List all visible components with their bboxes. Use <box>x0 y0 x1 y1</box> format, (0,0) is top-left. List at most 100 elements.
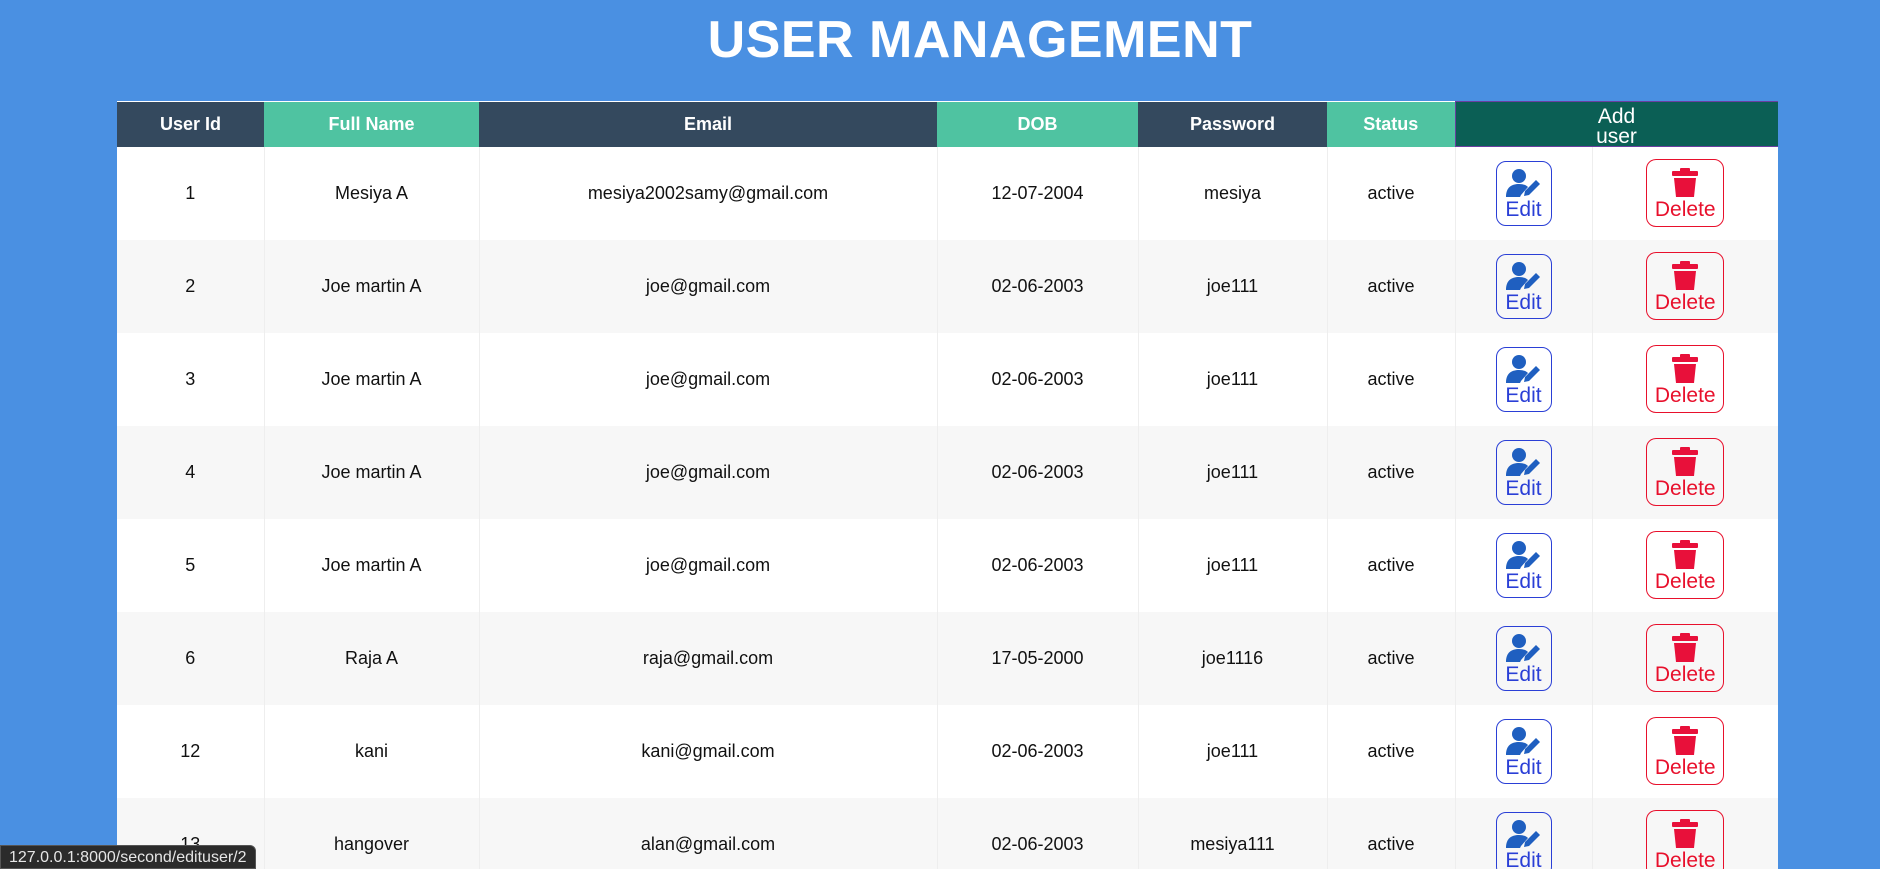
user-table: User Id Full Name Email DOB Password Sta… <box>117 101 1778 869</box>
cell-edit: Edit <box>1455 797 1593 869</box>
trash-icon <box>1672 819 1699 848</box>
cell-password: joe111 <box>1138 704 1328 798</box>
edit-button[interactable]: Edit <box>1495 160 1552 226</box>
delete-button[interactable]: Delete <box>1646 159 1725 228</box>
delete-button[interactable]: Delete <box>1646 252 1725 320</box>
cell-full-name: Raja A <box>264 611 480 705</box>
delete-label: Delete <box>1654 384 1716 407</box>
edit-button[interactable]: Edit <box>1495 253 1552 319</box>
header-full-name: Full Name <box>264 101 479 147</box>
link-preview-status-bar: 127.0.0.1:8000/second/edituser/2 <box>0 845 256 869</box>
edit-button[interactable]: Edit <box>1495 532 1552 598</box>
cell-full-name: Joe martin A <box>264 425 480 519</box>
user-edit-icon <box>1505 355 1540 383</box>
cell-email: kani@gmail.com <box>479 704 938 798</box>
cell-edit: Edit <box>1455 425 1593 519</box>
cell-password: joe111 <box>1138 518 1328 612</box>
header-password: Password <box>1138 101 1327 147</box>
table-row: 4 Joe martin Ajoe@gmail.com 02-06-2003 joe1… <box>117 425 1778 519</box>
header-email: Email <box>479 101 937 147</box>
cell-status: active <box>1327 146 1456 240</box>
cell-delete: Delete <box>1592 612 1778 705</box>
trash-icon <box>1672 726 1699 755</box>
cell-dob: 02-06-2003 <box>937 704 1139 798</box>
delete-label: Delete <box>1654 570 1716 593</box>
cell-edit: Edit <box>1455 332 1593 426</box>
cell-status: active <box>1327 611 1456 705</box>
trash-icon <box>1672 633 1699 662</box>
table-row: 3 Joe martin Ajoe@gmail.com 02-06-2003 joe1… <box>117 332 1778 426</box>
cell-email: mesiya2002samy@gmail.com <box>479 146 938 240</box>
delete-label: Delete <box>1654 477 1716 500</box>
cell-edit: Edit <box>1455 146 1593 240</box>
cell-full-name: Joe martin A <box>264 332 480 426</box>
cell-user-id: 4 <box>117 425 265 519</box>
delete-button[interactable]: Delete <box>1646 531 1725 599</box>
cell-status: active <box>1327 518 1456 612</box>
user-edit-icon <box>1505 448 1540 476</box>
table-row: 1 Mesiya Amesiya2002samy@gmail.com 12-07-2… <box>117 146 1778 240</box>
cell-delete: Delete <box>1592 333 1778 426</box>
cell-user-id: 2 <box>117 239 265 333</box>
trash-icon <box>1672 540 1699 569</box>
table-row: 2 Joe martin Ajoe@gmail.com 02-06-2003 joe1… <box>117 239 1778 333</box>
cell-password: joe1116 <box>1138 611 1328 705</box>
trash-icon <box>1672 447 1699 476</box>
trash-icon <box>1672 261 1699 290</box>
page-title: USER MANAGEMENT <box>707 11 1253 69</box>
cell-password: joe111 <box>1138 425 1328 519</box>
delete-button[interactable]: Delete <box>1646 717 1725 785</box>
delete-label: Delete <box>1654 291 1716 314</box>
cell-password: mesiya111 <box>1138 797 1328 869</box>
delete-button[interactable]: Delete <box>1646 624 1725 692</box>
cell-delete: Delete <box>1592 147 1778 240</box>
cell-dob: 12-07-2004 <box>937 146 1139 240</box>
edit-button[interactable]: Edit <box>1495 439 1552 505</box>
delete-label: Delete <box>1654 849 1716 869</box>
cell-user-id: 6 <box>117 611 265 705</box>
cell-full-name: Joe martin A <box>264 239 480 333</box>
add-user-label: Add user <box>1596 104 1637 148</box>
user-edit-icon <box>1505 820 1540 848</box>
user-edit-icon <box>1505 634 1540 662</box>
edit-label: Edit <box>1505 663 1542 686</box>
edit-button[interactable]: Edit <box>1495 346 1552 412</box>
edit-button[interactable]: Edit <box>1495 811 1552 869</box>
cell-email: joe@gmail.com <box>479 518 938 612</box>
edit-label: Edit <box>1505 570 1542 593</box>
cell-dob: 02-06-2003 <box>937 332 1139 426</box>
cell-email: joe@gmail.com <box>479 239 938 333</box>
user-edit-icon <box>1505 169 1540 198</box>
add-user-button[interactable]: Add user <box>1456 103 1778 148</box>
cell-dob: 17-05-2000 <box>937 611 1139 705</box>
header-status: Status <box>1327 101 1455 147</box>
edit-button[interactable]: Edit <box>1495 625 1552 691</box>
cell-full-name: hangover <box>264 797 480 869</box>
table-row: 13 hangover alan@gmail.com 02-06-2003 mesiya… <box>117 797 1778 869</box>
edit-button[interactable]: Edit <box>1495 718 1552 784</box>
cell-status: active <box>1327 797 1456 869</box>
delete-button[interactable]: Delete <box>1646 810 1725 869</box>
cell-edit: Edit <box>1455 518 1593 612</box>
cell-password: joe111 <box>1138 239 1328 333</box>
cell-full-name: kani <box>264 704 480 798</box>
edit-label: Edit <box>1505 291 1542 314</box>
edit-label: Edit <box>1505 198 1542 222</box>
cell-email: raja@gmail.com <box>479 611 938 705</box>
table-body: 1 Mesiya Amesiya2002samy@gmail.com 12-07-2… <box>117 146 1778 869</box>
delete-button[interactable]: Delete <box>1646 345 1725 413</box>
user-table-container: User Id Full Name Email DOB Password Sta… <box>117 101 1778 869</box>
edit-label: Edit <box>1505 477 1542 500</box>
cell-dob: 02-06-2003 <box>937 797 1139 869</box>
delete-button[interactable]: Delete <box>1646 438 1725 506</box>
table-header: User Id Full Name Email DOB Password Sta… <box>117 101 1778 148</box>
table-row: 12 kani kani@gmail.com 02-06-2003 joe111 acti… <box>117 704 1778 798</box>
user-edit-icon <box>1505 727 1540 755</box>
edit-label: Edit <box>1505 849 1542 869</box>
cell-dob: 02-06-2003 <box>937 425 1139 519</box>
cell-status: active <box>1327 332 1456 426</box>
header-dob: DOB <box>937 101 1138 147</box>
edit-label: Edit <box>1505 384 1542 407</box>
delete-label: Delete <box>1654 663 1716 686</box>
header-add-user: Add user <box>1454 101 1778 148</box>
